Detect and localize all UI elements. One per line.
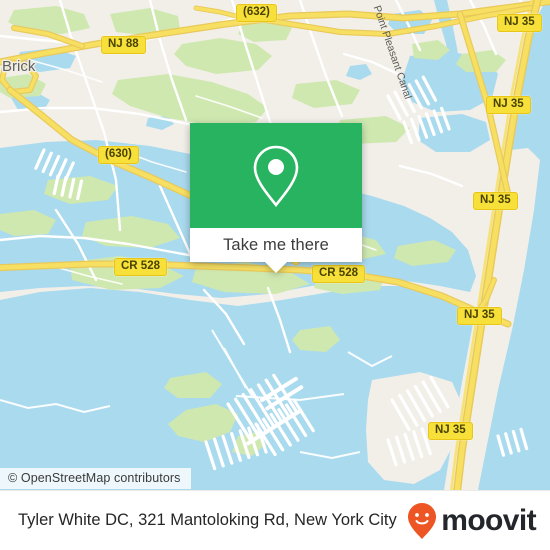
location-title: Tyler White DC, 321 Mantoloking Rd, New … (18, 511, 397, 529)
take-me-there-button[interactable]: Take me there (190, 228, 362, 273)
map-pin-icon (253, 145, 299, 207)
road-shield-630[interactable]: (630) (98, 146, 139, 164)
road-shield-nj-35-4[interactable]: NJ 35 (457, 307, 502, 325)
map-attribution[interactable]: © OpenStreetMap contributors (0, 468, 191, 489)
take-me-there-label: Take me there (223, 235, 329, 254)
moovit-wordmark: moovit (441, 503, 536, 537)
moovit-pin-icon (408, 502, 437, 539)
road-shield-nj-35-2[interactable]: NJ 35 (486, 96, 531, 114)
place-label-brick: Brick (2, 58, 36, 75)
card-pointer-tip (265, 262, 287, 273)
road-shield-nj-35-1[interactable]: NJ 35 (497, 14, 542, 32)
page-footer: Tyler White DC, 321 Mantoloking Rd, New … (0, 490, 550, 550)
moovit-logo[interactable]: moovit (407, 502, 550, 540)
moovit-map-page: Brick Point Pleasant Canal NJ 88 (632) N… (0, 0, 550, 550)
road-shield-nj-35-5[interactable]: NJ 35 (428, 422, 473, 440)
road-shield-nj-88[interactable]: NJ 88 (101, 36, 146, 54)
road-shield-nj-35-3[interactable]: NJ 35 (473, 192, 518, 210)
location-info-card[interactable]: Take me there (190, 123, 362, 273)
road-shield-cr-528-2[interactable]: CR 528 (312, 265, 365, 283)
card-pin-area (190, 123, 362, 228)
road-shield-632[interactable]: (632) (236, 4, 277, 22)
road-shield-cr-528-1[interactable]: CR 528 (114, 258, 167, 276)
